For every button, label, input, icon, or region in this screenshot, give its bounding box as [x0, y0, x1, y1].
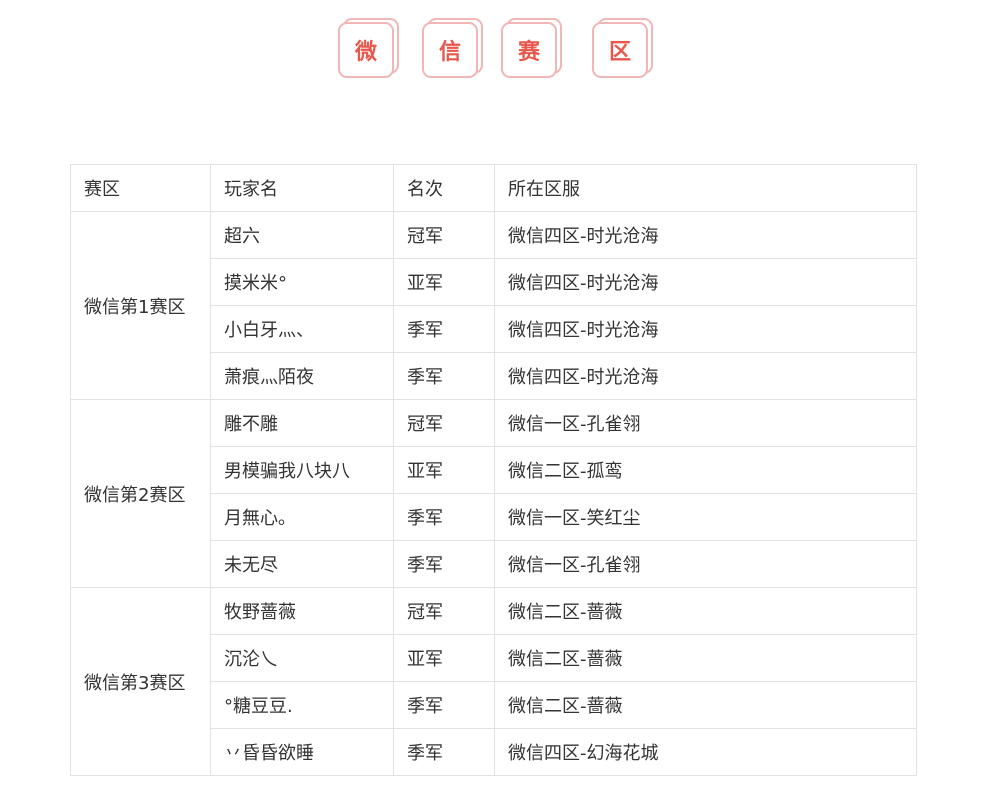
server-cell: 微信二区-蔷薇	[494, 681, 917, 729]
title-tile: 赛	[501, 18, 562, 78]
title-tile: 区	[592, 18, 653, 78]
server-cell: 微信四区-时光沧海	[494, 211, 917, 259]
player-cell: 男模骗我八块八	[210, 446, 394, 494]
title-char: 赛	[501, 22, 557, 78]
player-cell: 丷昏昏欲睡	[210, 728, 394, 776]
title-char: 区	[592, 22, 648, 78]
rank-cell: 冠军	[393, 587, 495, 635]
division-cell: 微信第2赛区	[70, 399, 211, 588]
server-cell: 微信四区-时光沧海	[494, 352, 917, 400]
division-cell: 微信第3赛区	[70, 587, 211, 776]
page: 微 信 赛 区 赛区 玩家名 名次 所在区服 微信第1赛区 超六 冠军 微信四区…	[0, 0, 1001, 787]
player-cell: 沉沦乀	[210, 634, 394, 682]
rank-cell: 季军	[393, 681, 495, 729]
title-tile: 微	[338, 18, 399, 78]
rank-cell: 冠军	[393, 211, 495, 259]
player-cell: 萧痕灬陌夜	[210, 352, 394, 400]
rank-cell: 亚军	[393, 634, 495, 682]
title-char: 信	[422, 22, 478, 78]
results-table: 赛区 玩家名 名次 所在区服 微信第1赛区 超六 冠军 微信四区-时光沧海 摸米…	[70, 164, 917, 776]
division-cell: 微信第1赛区	[70, 211, 211, 400]
header-division: 赛区	[70, 164, 211, 212]
rank-cell: 冠军	[393, 399, 495, 447]
server-cell: 微信一区-孔雀翎	[494, 399, 917, 447]
title-tile: 信	[422, 18, 483, 78]
server-cell: 微信四区-幻海花城	[494, 728, 917, 776]
table-row: 微信第1赛区 超六 冠军 微信四区-时光沧海	[70, 211, 917, 400]
server-cell: 微信一区-孔雀翎	[494, 540, 917, 588]
header-server: 所在区服	[494, 164, 917, 212]
rank-cell: 季军	[393, 352, 495, 400]
server-cell: 微信二区-孤鸾	[494, 446, 917, 494]
section-title: 微 信 赛 区	[0, 0, 1001, 100]
rank-cell: 季军	[393, 305, 495, 353]
rank-cell: 亚军	[393, 446, 495, 494]
player-cell: 小白牙灬、	[210, 305, 394, 353]
rank-cell: 亚军	[393, 258, 495, 306]
table-row: 微信第2赛区 雕不雕 冠军 微信一区-孔雀翎	[70, 399, 917, 588]
header-player: 玩家名	[210, 164, 394, 212]
rank-cell: 季军	[393, 493, 495, 541]
rank-cell: 季军	[393, 540, 495, 588]
player-cell: 摸米米°	[210, 258, 394, 306]
rank-cell: 季军	[393, 728, 495, 776]
server-cell: 微信一区-笑红尘	[494, 493, 917, 541]
player-cell: °糖豆豆.	[210, 681, 394, 729]
server-cell: 微信四区-时光沧海	[494, 258, 917, 306]
server-cell: 微信二区-蔷薇	[494, 634, 917, 682]
player-cell: 雕不雕	[210, 399, 394, 447]
title-char: 微	[338, 22, 394, 78]
player-cell: 超六	[210, 211, 394, 259]
server-cell: 微信二区-蔷薇	[494, 587, 917, 635]
server-cell: 微信四区-时光沧海	[494, 305, 917, 353]
player-cell: 月無心。	[210, 493, 394, 541]
header-rank: 名次	[393, 164, 495, 212]
table-row: 微信第3赛区 牧野蔷薇 冠军 微信二区-蔷薇	[70, 587, 917, 776]
player-cell: 未无尽	[210, 540, 394, 588]
table-header-row: 赛区 玩家名 名次 所在区服	[70, 164, 917, 212]
player-cell: 牧野蔷薇	[210, 587, 394, 635]
